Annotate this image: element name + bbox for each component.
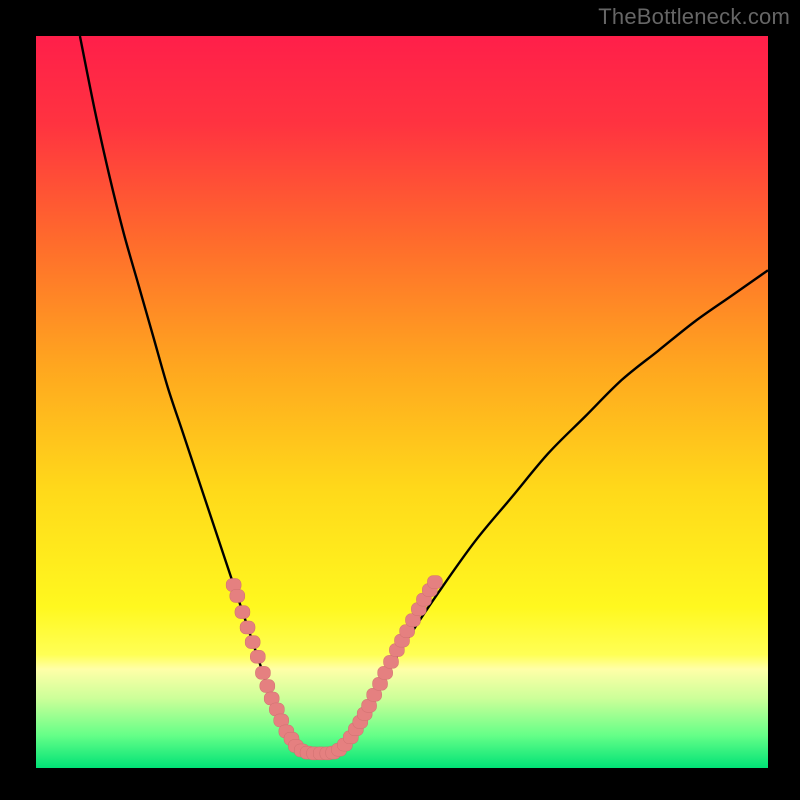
curve-marker <box>250 650 265 663</box>
curve-marker <box>260 680 275 693</box>
plot-area <box>36 36 768 768</box>
curve-marker <box>235 606 250 619</box>
curve-marker <box>245 636 260 649</box>
watermark-text: TheBottleneck.com <box>598 4 790 30</box>
curve-marker <box>230 589 245 602</box>
curve-marker <box>240 621 255 634</box>
curve-marker <box>255 666 270 679</box>
curve-marker <box>427 576 442 589</box>
chart-frame: TheBottleneck.com <box>0 0 800 800</box>
gradient-background <box>36 36 768 768</box>
curve-marker <box>384 655 399 668</box>
chart-svg <box>36 36 768 768</box>
